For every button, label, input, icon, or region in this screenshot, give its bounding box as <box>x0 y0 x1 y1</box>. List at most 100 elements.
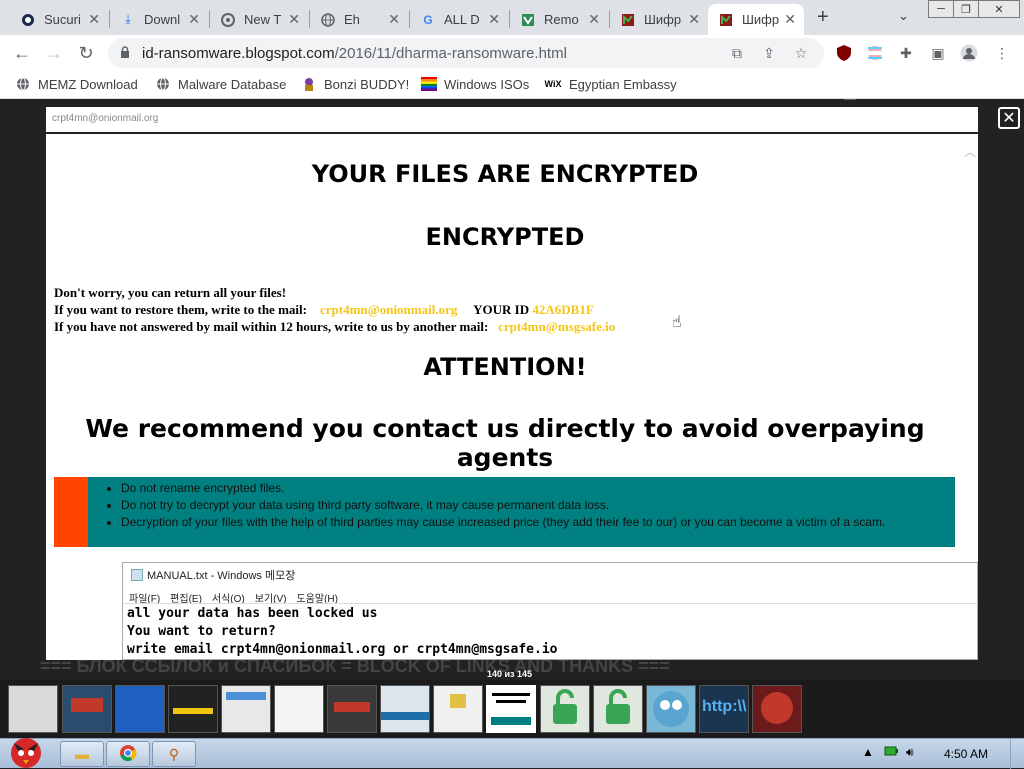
thumbnail[interactable] <box>380 685 430 733</box>
back-button[interactable]: ← <box>10 41 34 65</box>
note-subtitle: ENCRYPTED <box>425 223 585 251</box>
puzzle-extensions-icon[interactable]: ✚ <box>897 44 915 62</box>
tab-shifr-1[interactable]: Шифр ✕ <box>610 4 708 35</box>
note-id-value: 42A6DB1F <box>532 302 594 317</box>
tip-item: Do not try to decrypt your data using th… <box>121 497 885 514</box>
window-close-button[interactable]: ✕ <box>978 0 1020 18</box>
lightbox-close-button[interactable]: ✕ <box>998 107 1020 129</box>
thumbnail[interactable] <box>168 685 218 733</box>
tab-sucuri[interactable]: Sucuri ✕ <box>10 4 108 35</box>
thumbnail[interactable] <box>646 685 696 733</box>
chevron-down-icon[interactable]: ⌄ <box>898 8 909 24</box>
bookmark-label: Egyptian Embassy <box>569 76 677 92</box>
note-line-1: Don't worry, you can return all your fil… <box>54 285 287 300</box>
close-icon[interactable]: ✕ <box>188 11 200 28</box>
bookmark-windows-isos[interactable]: Windows ISOs <box>421 76 529 92</box>
url-host: id-ransomware.blogspot.com <box>142 44 335 62</box>
reload-button[interactable]: ↻ <box>74 41 98 65</box>
url-text: id-ransomware.blogspot.com/2016/11/dharm… <box>142 45 567 62</box>
rainbow-flag-icon <box>421 76 437 92</box>
minimize-button[interactable]: ─ <box>928 0 954 18</box>
tab-new-tab[interactable]: New T ✕ <box>210 4 308 35</box>
close-icon[interactable]: ✕ <box>88 11 100 28</box>
notepad-icon <box>131 569 143 581</box>
bookmark-label: MEMZ Download <box>38 76 138 92</box>
profile-avatar-icon[interactable] <box>960 44 978 62</box>
battery-icon[interactable] <box>884 745 898 760</box>
chrome-icon <box>220 12 236 28</box>
bookmark-label: Bonzi BUDDY! <box>324 76 410 92</box>
note-line-3: If you have not answered by mail within … <box>54 319 615 335</box>
thumbnail[interactable] <box>540 685 590 733</box>
bookmark-malware-database[interactable]: Malware Database <box>155 76 286 92</box>
close-icon[interactable]: ✕ <box>588 11 600 28</box>
thumbnail[interactable] <box>327 685 377 733</box>
sucuri-icon <box>20 12 36 28</box>
clock[interactable]: 4:50 AM <box>944 747 988 761</box>
bookmark-bonzi-buddy[interactable]: Bonzi BUDDY! <box>301 76 409 92</box>
close-icon[interactable]: ✕ <box>388 11 400 28</box>
notepad-titlebar: MANUAL.txt - Windows 메모장 <box>131 567 295 583</box>
tab-all-d[interactable]: G ALL D ✕ <box>410 4 508 35</box>
thumbnail-active[interactable] <box>486 685 536 733</box>
thumbnail[interactable] <box>593 685 643 733</box>
browser-toolbar: ← → ↻ id-ransomware.blogspot.com/2016/11… <box>0 35 1024 101</box>
close-icon[interactable]: ✕ <box>288 11 300 28</box>
page-viewport: === БЛОК ССЫЛОК и СПАСИБОК = BLOCK OF LI… <box>0 100 1024 680</box>
thumbnail[interactable] <box>115 685 165 733</box>
tray-chevron-icon[interactable]: ▲ <box>862 745 874 759</box>
gallery-counter: 140 из 145 <box>487 669 533 679</box>
thumbnail[interactable] <box>221 685 271 733</box>
tab-label: ALL D <box>444 12 480 27</box>
url-path: /2016/11/dharma-ransomware.html <box>334 44 567 62</box>
close-icon[interactable]: ✕ <box>688 11 700 28</box>
blogger-icon <box>620 12 636 28</box>
thumbnail[interactable] <box>433 685 483 733</box>
bookmark-egyptian-embassy[interactable]: WiX Egyptian Embassy <box>544 76 677 92</box>
forward-button[interactable]: → <box>42 41 66 65</box>
tips-accent-bar <box>54 477 88 547</box>
close-icon[interactable]: ✕ <box>784 11 796 28</box>
taskbar-chrome-button[interactable] <box>106 741 150 767</box>
thumbnail[interactable] <box>8 685 58 733</box>
share-icon[interactable]: ⇪ <box>760 44 778 62</box>
tab-remove[interactable]: Remo ✕ <box>510 4 608 35</box>
magnifier-icon: ⚲ <box>168 745 180 762</box>
blogger-icon <box>718 12 734 28</box>
thumbnail[interactable] <box>274 685 324 733</box>
chrome-icon <box>119 744 137 765</box>
tab-label: Шифр <box>644 12 682 27</box>
folder-icon: ▬ <box>75 746 89 762</box>
lock-icon <box>120 45 132 61</box>
speaker-icon[interactable]: 🔊︎ <box>906 745 914 760</box>
new-tab-button[interactable]: + <box>817 6 829 29</box>
thumbnail[interactable] <box>752 685 802 733</box>
note-title: YOUR FILES ARE ENCRYPTED <box>311 160 699 188</box>
restore-button[interactable]: ❐ <box>953 0 979 18</box>
sidepanel-icon[interactable]: ▣ <box>929 44 947 62</box>
ublock-extension-icon[interactable] <box>835 44 853 62</box>
globe-icon <box>155 76 171 92</box>
taskbar-search-button[interactable]: ⚲ <box>152 741 196 767</box>
download-icon: ⤓ <box>125 12 131 26</box>
menu-kebab-icon[interactable]: ⋮ <box>993 44 1011 62</box>
thumbnail-strip: http:\\ <box>0 680 1024 738</box>
tab-strip: Sucuri ✕ ⤓ Downl ✕ New T ✕ Eh ✕ G ALL D … <box>0 0 1024 35</box>
taskbar-explorer-button[interactable]: ▬ <box>60 741 104 767</box>
translate-icon[interactable]: ⧉ <box>728 44 746 62</box>
bookmark-memz[interactable]: MEMZ Download <box>15 76 138 92</box>
address-bar[interactable]: id-ransomware.blogspot.com/2016/11/dharm… <box>108 38 824 68</box>
bookmark-star-icon[interactable]: ☆ <box>792 44 810 62</box>
start-button[interactable] <box>2 733 50 769</box>
pride-extension-icon[interactable] <box>866 44 884 62</box>
thumbnail[interactable] <box>62 685 112 733</box>
notepad-window: MANUAL.txt - Windows 메모장 파일(F) 편집(E) 서식(… <box>122 562 978 660</box>
lightbox-caption: crpt4mn@onionmail.org <box>52 113 159 124</box>
show-desktop-button[interactable] <box>1010 739 1024 769</box>
tab-download[interactable]: ⤓ Downl ✕ <box>110 4 208 35</box>
tab-eh[interactable]: Eh ✕ <box>310 4 408 35</box>
close-icon[interactable]: ✕ <box>488 11 500 28</box>
tab-shifr-2[interactable]: Шифр ✕ <box>708 4 804 35</box>
thumbnail[interactable]: http:\\ <box>699 685 749 733</box>
note-line-2-text: If you want to restore them, write to th… <box>54 302 307 317</box>
